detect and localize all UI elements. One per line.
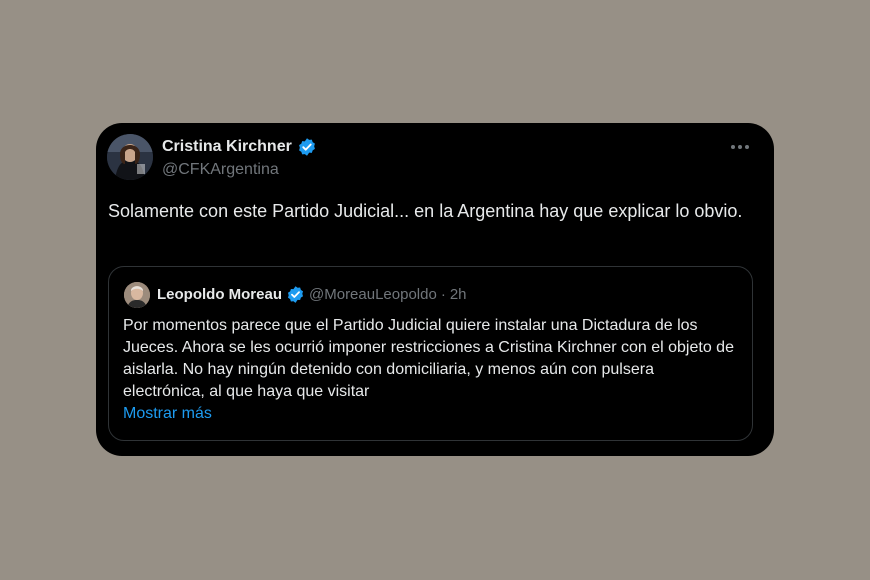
show-more-link[interactable]: Mostrar más xyxy=(123,403,738,425)
quoted-author-handle[interactable]: @MoreauLeopoldo xyxy=(309,286,437,303)
author-handle[interactable]: @CFKArgentina xyxy=(162,161,279,179)
author-name-row[interactable]: Cristina Kirchner xyxy=(162,137,317,157)
separator-dot: · xyxy=(440,286,446,303)
author-avatar[interactable] xyxy=(107,134,153,180)
tweet-text: Solamente con este Partido Judicial... e… xyxy=(108,201,743,221)
quoted-tweet[interactable]: Leopoldo Moreau @MoreauLeopoldo · 2h Por… xyxy=(108,266,753,441)
dot xyxy=(745,145,749,149)
tweet-card[interactable]: Cristina Kirchner @CFKArgentina Solament… xyxy=(96,123,774,456)
verified-badge-icon xyxy=(287,286,304,303)
quoted-header: Leopoldo Moreau @MoreauLeopoldo · 2h xyxy=(157,285,467,304)
dot xyxy=(738,145,742,149)
quoted-author-name[interactable]: Leopoldo Moreau xyxy=(157,286,282,303)
more-options-icon[interactable] xyxy=(728,135,752,159)
author-name[interactable]: Cristina Kirchner xyxy=(162,138,292,156)
quoted-text: Por momentos parece que el Partido Judic… xyxy=(123,317,734,400)
quoted-author-avatar[interactable] xyxy=(124,282,150,308)
dot xyxy=(731,145,735,149)
quoted-timestamp[interactable]: 2h xyxy=(450,286,467,303)
verified-badge-icon xyxy=(298,138,315,156)
quoted-text-block: Por momentos parece que el Partido Judic… xyxy=(123,315,738,425)
